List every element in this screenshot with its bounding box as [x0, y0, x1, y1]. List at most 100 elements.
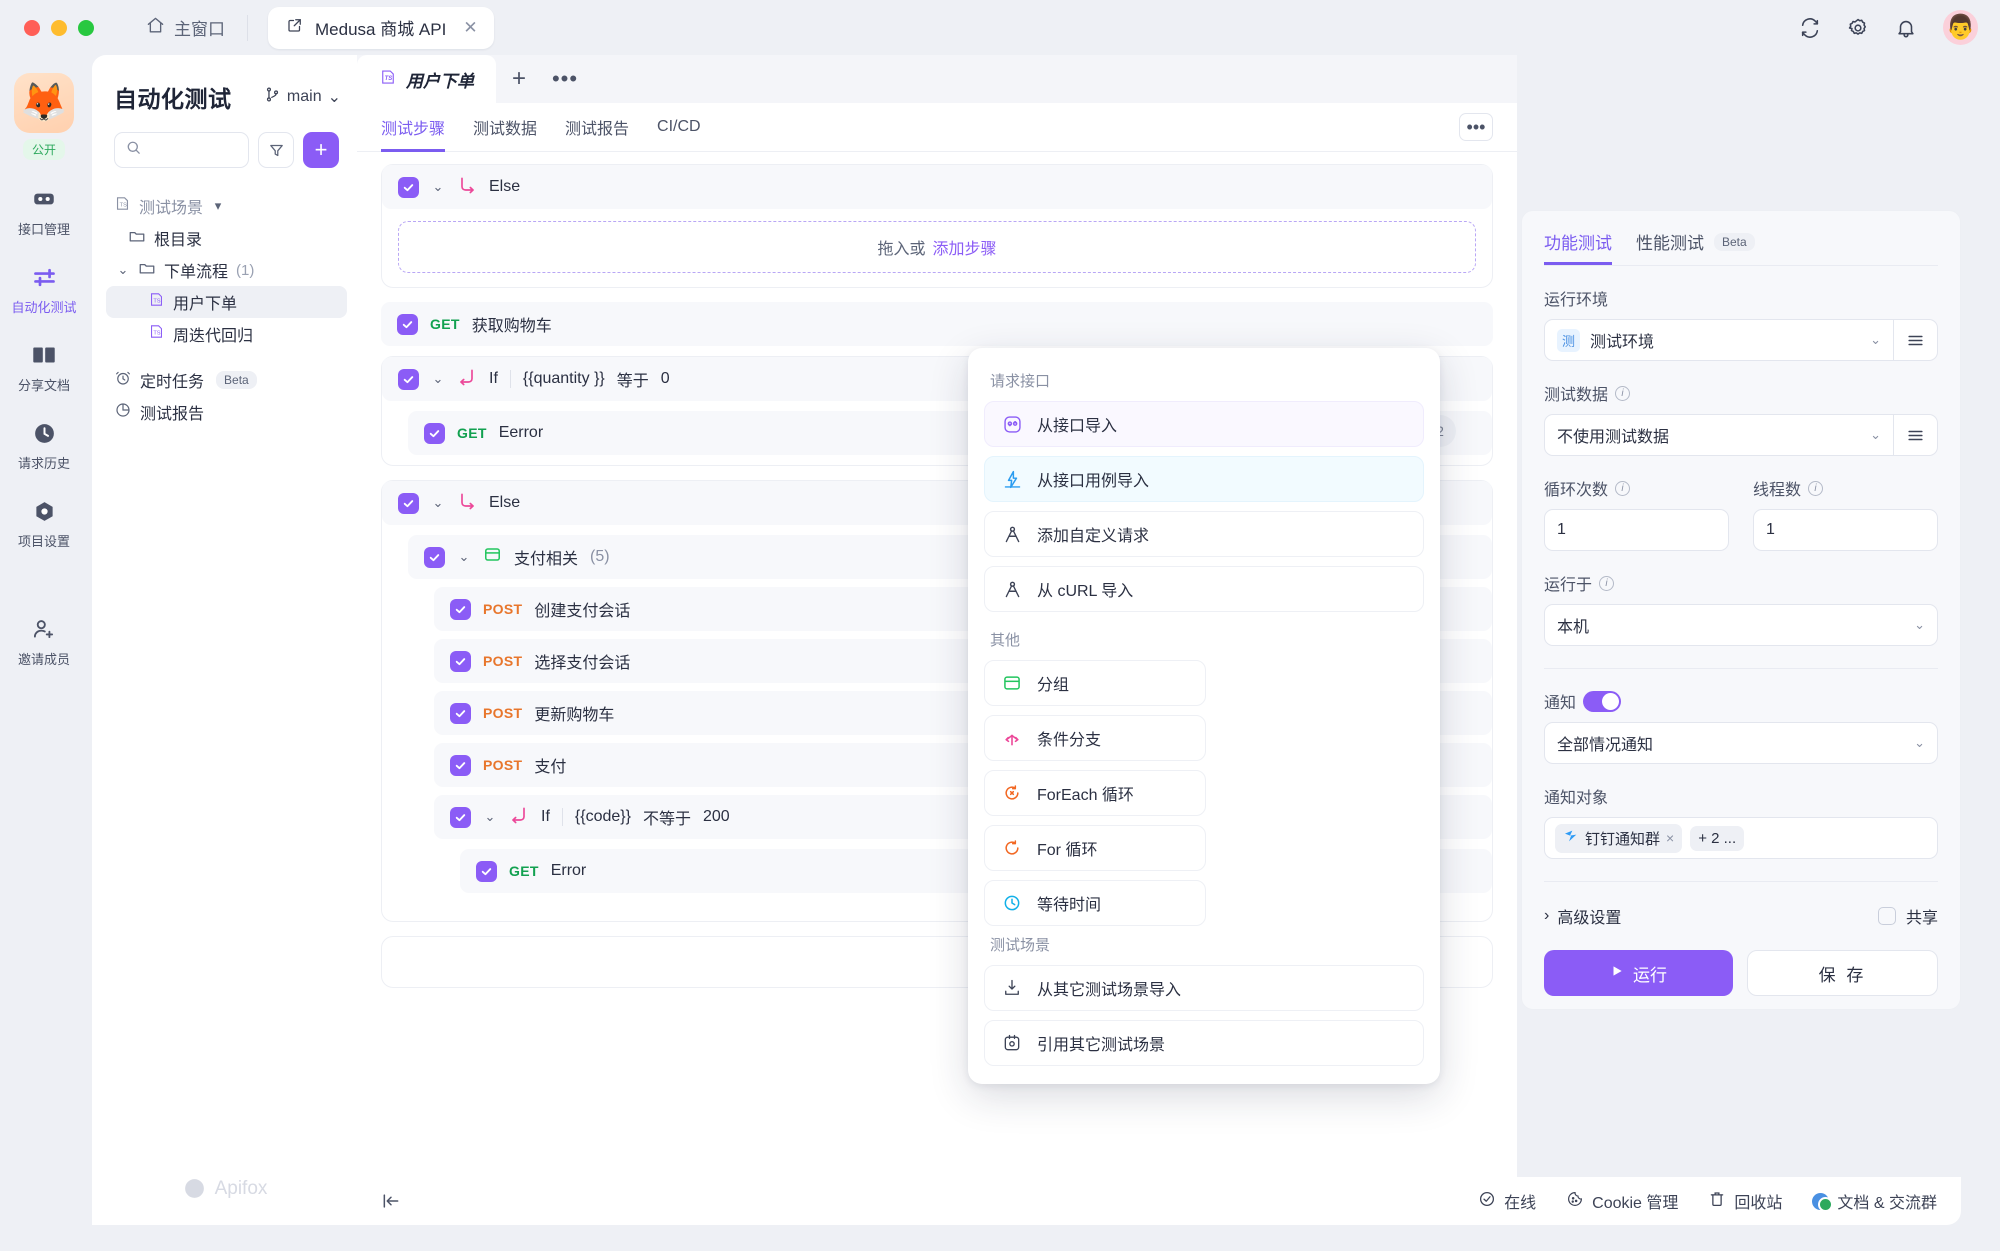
- notify-target-tags[interactable]: 钉钉通知群 × + 2 ...: [1544, 817, 1938, 859]
- step-dropzone[interactable]: 拖入或 添加步骤: [398, 221, 1476, 273]
- info-icon[interactable]: i: [1615, 481, 1630, 496]
- ctx-item-import-from-scenario[interactable]: 从其它测试场景导入: [984, 965, 1424, 1011]
- new-tab-button[interactable]: +: [496, 55, 542, 103]
- ctx-item-add-custom-request[interactable]: 添加自定义请求: [984, 511, 1424, 557]
- ctx-item-wait-time[interactable]: 等待时间: [984, 880, 1206, 926]
- test-data-manage-button[interactable]: [1894, 414, 1938, 456]
- rail-item-invite-member[interactable]: 邀请成员: [0, 616, 88, 668]
- tree-folder-root-dir[interactable]: 根目录: [106, 222, 347, 254]
- info-icon[interactable]: i: [1808, 481, 1823, 496]
- step-row-request[interactable]: GET 获取购物车: [381, 302, 1493, 346]
- search-input[interactable]: [114, 132, 249, 168]
- maximize-window-button[interactable]: [78, 20, 94, 36]
- notify-tag[interactable]: 钉钉通知群 ×: [1555, 824, 1682, 853]
- branch-selector[interactable]: main ⌄: [264, 86, 341, 108]
- notify-tag-overflow[interactable]: + 2 ...: [1690, 826, 1744, 851]
- step-checkbox[interactable]: [450, 599, 471, 620]
- env-manage-button[interactable]: [1894, 319, 1938, 361]
- rail-item-request-history[interactable]: 请求历史: [0, 420, 88, 472]
- rail-item-api-management[interactable]: 接口管理: [0, 186, 88, 238]
- sync-icon[interactable]: [1799, 17, 1821, 39]
- tree-scenario-weekly-regression[interactable]: TS 周迭代回归: [106, 318, 347, 350]
- tab-cicd[interactable]: CI/CD: [657, 103, 701, 152]
- minimize-window-button[interactable]: [51, 20, 67, 36]
- env-select[interactable]: 测 测试环境 ⌄: [1544, 319, 1894, 361]
- project-logo[interactable]: 🦊: [14, 73, 74, 133]
- close-icon[interactable]: ×: [1666, 830, 1674, 846]
- add-scenario-button[interactable]: +: [303, 132, 339, 168]
- chevron-down-icon[interactable]: ▾: [211, 198, 225, 214]
- status-item-online[interactable]: 在线: [1478, 1189, 1536, 1213]
- chevron-down-icon[interactable]: ⌄: [116, 262, 130, 278]
- chevron-down-icon[interactable]: ⌄: [431, 371, 445, 387]
- ctx-item-import-from-case[interactable]: 从接口用例导入: [984, 456, 1424, 502]
- step-checkbox[interactable]: [398, 177, 419, 198]
- step-checkbox[interactable]: [398, 493, 419, 514]
- tab-test-report[interactable]: 测试报告: [565, 103, 629, 152]
- tab-performance-test[interactable]: 性能测试: [1636, 229, 1704, 265]
- home-tab[interactable]: 主窗口: [146, 15, 225, 40]
- share-checkbox[interactable]: [1878, 907, 1896, 925]
- info-icon[interactable]: i: [1599, 576, 1614, 591]
- chevron-down-icon[interactable]: ⌄: [431, 495, 445, 511]
- bell-icon[interactable]: [1895, 17, 1917, 39]
- close-window-button[interactable]: [24, 20, 40, 36]
- window-controls[interactable]: [24, 20, 94, 36]
- notify-mode-select[interactable]: 全部情况通知 ⌄: [1544, 722, 1938, 764]
- step-checkbox[interactable]: [476, 861, 497, 882]
- tree-folder-order-flow[interactable]: ⌄ 下单流程 (1): [106, 254, 347, 286]
- save-button[interactable]: 保 存: [1747, 950, 1938, 996]
- tree-root-test-scenarios[interactable]: TS 测试场景 ▾: [106, 190, 347, 222]
- step-checkbox[interactable]: [424, 423, 445, 444]
- project-tab[interactable]: Medusa 商城 API ✕: [268, 7, 494, 49]
- step-checkbox[interactable]: [398, 369, 419, 390]
- chevron-down-icon[interactable]: ⌄: [457, 549, 471, 565]
- tab-user-order[interactable]: TS 用户下单: [357, 55, 496, 103]
- content-more-button[interactable]: •••: [1459, 113, 1493, 141]
- step-checkbox[interactable]: [450, 703, 471, 724]
- tab-test-steps[interactable]: 测试步骤: [381, 103, 445, 152]
- notify-toggle[interactable]: [1583, 691, 1621, 712]
- tab-more-button[interactable]: •••: [542, 55, 588, 103]
- threads-input[interactable]: 1: [1753, 509, 1938, 551]
- step-row-else[interactable]: ⌄ Else: [382, 165, 1492, 209]
- collapse-panel-icon[interactable]: [381, 1191, 401, 1211]
- rail-item-project-settings[interactable]: 项目设置: [0, 498, 88, 550]
- ctx-item-for-loop[interactable]: For 循环: [984, 825, 1206, 871]
- chevron-down-icon[interactable]: ⌄: [483, 809, 497, 825]
- close-icon[interactable]: ✕: [463, 18, 477, 38]
- status-item-docs-community[interactable]: 文档 & 交流群: [1812, 1189, 1937, 1213]
- share-option[interactable]: 共享: [1878, 904, 1938, 928]
- ctx-item-import-from-curl[interactable]: 从 cURL 导入: [984, 566, 1424, 612]
- status-item-cookie[interactable]: Cookie 管理: [1566, 1189, 1678, 1213]
- rail-item-automation-test[interactable]: 自动化测试: [0, 264, 88, 316]
- tab-test-data[interactable]: 测试数据: [473, 103, 537, 152]
- runon-select[interactable]: 本机 ⌄: [1544, 604, 1938, 646]
- ctx-item-import-from-api[interactable]: 从接口导入: [984, 401, 1424, 447]
- step-checkbox[interactable]: [424, 547, 445, 568]
- chevron-down-icon[interactable]: ⌄: [431, 179, 445, 195]
- add-step-link[interactable]: 添加步骤: [933, 235, 997, 259]
- ctx-item-foreach-loop[interactable]: ForEach 循环: [984, 770, 1206, 816]
- avatar[interactable]: 👨: [1943, 10, 1978, 45]
- advanced-settings-toggle[interactable]: › 高级设置: [1544, 904, 1621, 928]
- loops-input[interactable]: 1: [1544, 509, 1729, 551]
- ctx-item-reference-scenario[interactable]: 引用其它测试场景: [984, 1020, 1424, 1066]
- run-button[interactable]: 运行: [1544, 950, 1733, 996]
- step-checkbox[interactable]: [450, 807, 471, 828]
- tree-item-scheduled-task[interactable]: 定时任务 Beta: [106, 364, 347, 396]
- tree-item-test-report[interactable]: 测试报告: [106, 396, 347, 428]
- tab-functional-test[interactable]: 功能测试: [1544, 229, 1612, 265]
- ctx-item-group[interactable]: 分组: [984, 660, 1206, 706]
- ctx-item-condition-branch[interactable]: 条件分支: [984, 715, 1206, 761]
- step-checkbox[interactable]: [450, 651, 471, 672]
- tree-scenario-user-order[interactable]: TS 用户下单: [106, 286, 347, 318]
- rail-item-share-doc[interactable]: 分享文档: [0, 342, 88, 394]
- filter-button[interactable]: [258, 132, 294, 168]
- step-checkbox[interactable]: [450, 755, 471, 776]
- status-item-trash[interactable]: 回收站: [1708, 1189, 1782, 1213]
- gear-icon[interactable]: [1847, 17, 1869, 39]
- info-icon[interactable]: i: [1615, 386, 1630, 401]
- test-data-select[interactable]: 不使用测试数据 ⌄: [1544, 414, 1894, 456]
- step-checkbox[interactable]: [397, 314, 418, 335]
